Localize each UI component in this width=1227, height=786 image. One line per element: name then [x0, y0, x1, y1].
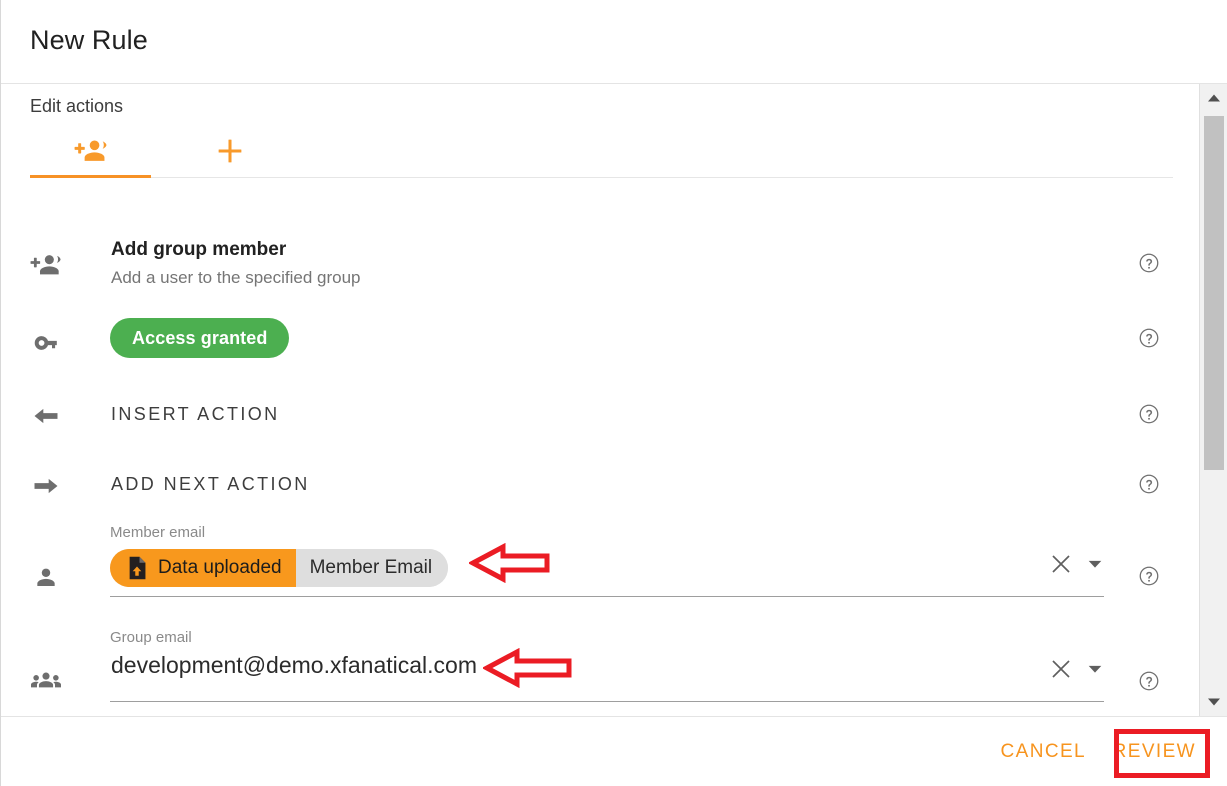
tab-add-new-action[interactable]	[180, 130, 280, 177]
plus-icon	[217, 138, 243, 169]
close-icon[interactable]	[1050, 658, 1072, 680]
tab-active-indicator	[30, 175, 151, 178]
person-add-icon	[30, 249, 62, 281]
key-icon	[30, 327, 62, 359]
group-email-field[interactable]: Group email development@demo.xfanatical.…	[110, 629, 1104, 702]
row-add-next-action[interactable]: ADD NEXT ACTION	[1, 459, 1200, 519]
scrollbar-thumb[interactable]	[1204, 116, 1224, 470]
help-icon[interactable]	[1137, 472, 1161, 496]
new-rule-dialog: New Rule Edit actions Add group member A…	[0, 0, 1227, 786]
vertical-scrollbar[interactable]	[1199, 84, 1227, 716]
dialog-body: Edit actions Add group member Add a user…	[1, 84, 1200, 716]
status-badge[interactable]: Access granted	[110, 318, 290, 358]
help-icon[interactable]	[1137, 564, 1161, 588]
help-icon[interactable]	[1137, 669, 1161, 693]
member-email-label: Member email	[110, 524, 206, 541]
action-title: Add group member	[111, 239, 287, 260]
arrow-right-icon	[30, 470, 62, 502]
row-add-group-member: Add group member Add a user to the speci…	[1, 231, 1200, 305]
token-source-label: Data uploaded	[158, 557, 282, 578]
group-email-controls	[1050, 658, 1104, 680]
help-icon[interactable]	[1137, 251, 1161, 275]
add-next-action-label[interactable]: ADD NEXT ACTION	[111, 474, 310, 495]
group-icon	[30, 665, 62, 697]
insert-action-label[interactable]: INSERT ACTION	[111, 404, 280, 425]
scroll-down-icon[interactable]	[1200, 688, 1227, 716]
row-group-email: Group email development@demo.xfanatical.…	[1, 629, 1200, 716]
chevron-down-icon[interactable]	[1086, 555, 1104, 573]
close-icon[interactable]	[1050, 553, 1072, 575]
row-insert-action[interactable]: INSERT ACTION	[1, 389, 1200, 449]
dialog-header: New Rule	[1, 0, 1227, 84]
file-upload-icon	[124, 555, 150, 581]
cancel-button[interactable]: CANCEL	[987, 731, 1100, 773]
tab-add-group-member[interactable]	[30, 130, 151, 178]
member-email-token[interactable]: Data uploaded Member Email	[110, 549, 449, 587]
group-email-label: Group email	[110, 629, 192, 646]
member-email-controls	[1050, 553, 1104, 575]
group-email-value[interactable]: development@demo.xfanatical.com	[111, 652, 477, 679]
token-field-label: Member Email	[295, 549, 449, 587]
help-icon[interactable]	[1137, 402, 1161, 426]
chevron-down-icon[interactable]	[1086, 660, 1104, 678]
page-title: New Rule	[30, 25, 148, 55]
arrow-left-icon	[30, 400, 62, 432]
action-tabs	[30, 130, 1173, 178]
token-source: Data uploaded	[110, 549, 296, 587]
person-icon	[30, 562, 62, 594]
person-add-icon	[74, 138, 108, 169]
scroll-up-icon[interactable]	[1200, 84, 1227, 112]
row-access-status: Access granted	[1, 309, 1200, 379]
row-member-email: Member email Data uploaded Member Email	[1, 524, 1200, 614]
member-email-field[interactable]: Member email Data uploaded Member Email	[110, 524, 1104, 597]
dialog-footer: CANCEL REVIEW	[1, 716, 1227, 786]
review-button[interactable]: REVIEW	[1099, 731, 1210, 773]
help-icon[interactable]	[1137, 326, 1161, 350]
section-label: Edit actions	[30, 96, 124, 116]
action-subtitle: Add a user to the specified group	[111, 268, 361, 287]
